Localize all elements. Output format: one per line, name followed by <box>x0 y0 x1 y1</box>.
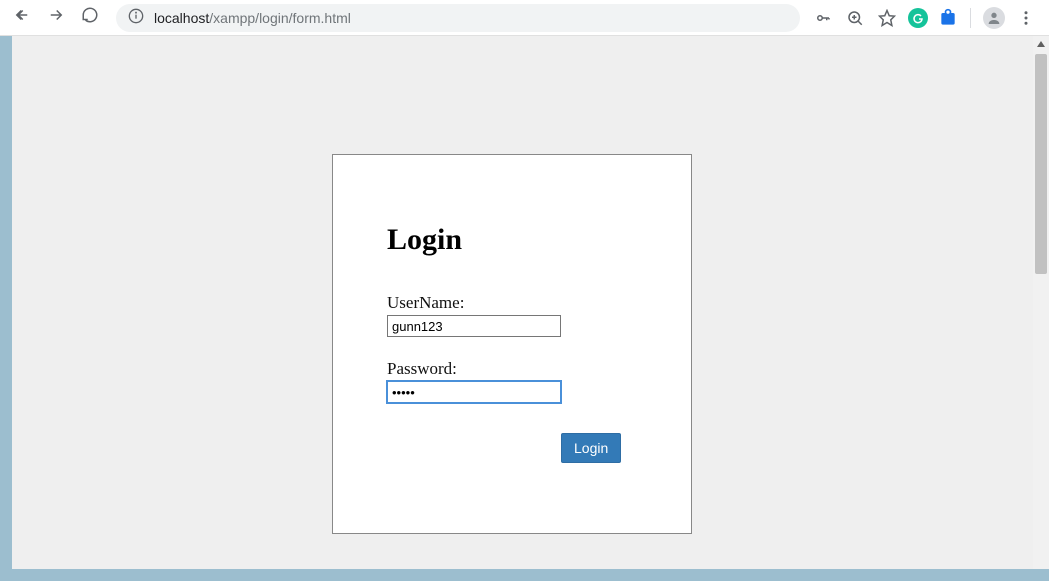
password-label: Password: <box>387 359 637 379</box>
grammarly-extension-icon[interactable] <box>908 8 928 28</box>
arrow-left-icon <box>13 6 31 29</box>
bookmark-star-icon[interactable] <box>876 7 898 29</box>
extension-icon[interactable] <box>938 8 958 28</box>
reload-icon <box>81 6 99 29</box>
password-input[interactable] <box>387 381 561 403</box>
scrollbar-thumb[interactable] <box>1035 54 1047 274</box>
browser-toolbar: localhost/xampp/login/form.html <box>0 0 1049 36</box>
address-bar[interactable]: localhost/xampp/login/form.html <box>116 4 800 32</box>
profile-avatar-icon[interactable] <box>983 7 1005 29</box>
zoom-icon[interactable] <box>844 7 866 29</box>
reload-button[interactable] <box>76 4 104 32</box>
username-label: UserName: <box>387 293 637 313</box>
key-icon[interactable] <box>812 7 834 29</box>
vertical-scrollbar[interactable] <box>1033 36 1049 569</box>
scroll-up-icon[interactable] <box>1033 36 1049 52</box>
page-viewport: Login UserName: Password: Login <box>12 36 1033 569</box>
toolbar-divider <box>970 8 971 28</box>
arrow-right-icon <box>47 6 65 29</box>
login-button[interactable]: Login <box>561 433 621 463</box>
username-input[interactable] <box>387 315 561 337</box>
toolbar-right <box>812 7 1041 29</box>
url-text: localhost/xampp/login/form.html <box>154 10 351 26</box>
login-card: Login UserName: Password: Login <box>332 154 692 534</box>
login-title: Login <box>387 223 637 257</box>
info-icon <box>128 8 144 27</box>
back-button[interactable] <box>8 4 36 32</box>
forward-button[interactable] <box>42 4 70 32</box>
menu-kebab-icon[interactable] <box>1015 7 1037 29</box>
